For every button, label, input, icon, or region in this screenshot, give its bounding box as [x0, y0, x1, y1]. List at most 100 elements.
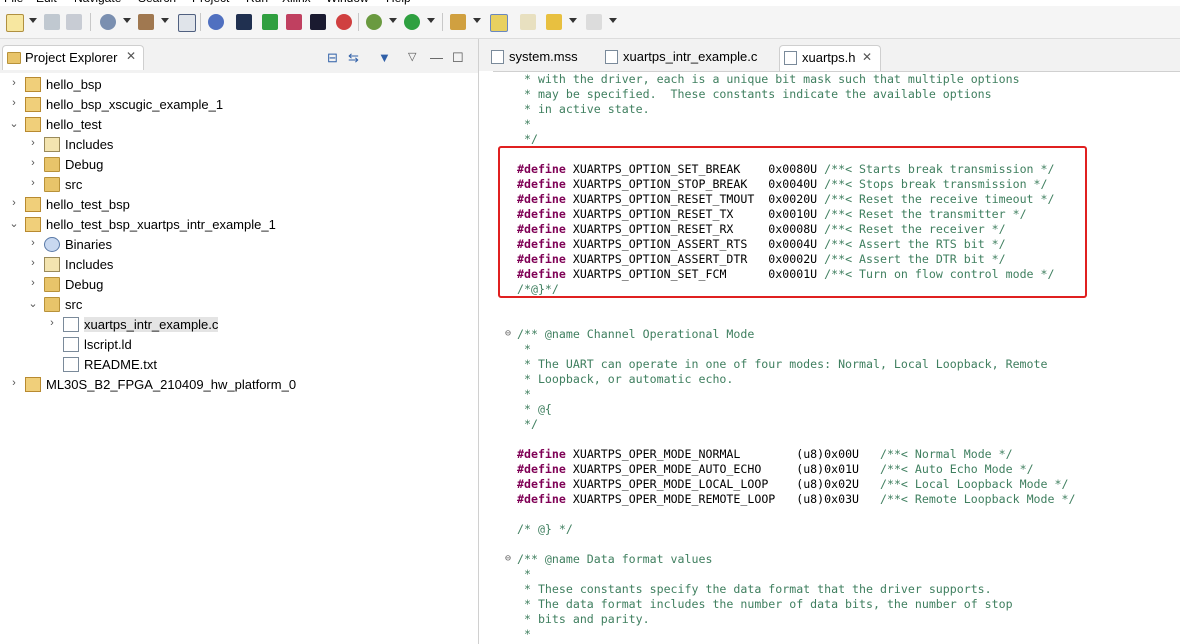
tab-system-mss[interactable]: system.mss	[487, 45, 593, 70]
tree-item[interactable]: › Debug	[0, 275, 478, 295]
code-line: *	[517, 387, 531, 402]
back-arrow-icon[interactable]	[546, 14, 562, 30]
chevron-right-icon[interactable]: ›	[46, 317, 58, 331]
tab-xuartps-h[interactable]: xuartps.h ✕	[779, 45, 881, 71]
chevron-right-icon[interactable]: ›	[8, 97, 20, 111]
collapse-all-icon[interactable]: ⊟	[327, 50, 338, 66]
tree-item[interactable]: › Includes	[0, 135, 478, 155]
debug-config-icon[interactable]	[262, 14, 278, 30]
chevron-down-icon[interactable]	[569, 18, 577, 23]
menu-project[interactable]: Project	[192, 0, 229, 5]
tree-item[interactable]: › src	[0, 175, 478, 195]
define-keyword: #define	[517, 477, 566, 491]
new-icon[interactable]	[6, 14, 24, 32]
toolbar-separator	[358, 13, 359, 31]
menu-edit[interactable]: Edit	[36, 0, 57, 5]
chevron-down-icon[interactable]: ⌄	[8, 217, 20, 231]
chevron-right-icon[interactable]: ›	[27, 237, 39, 251]
tree-item[interactable]: › hello_test_bsp	[0, 195, 478, 215]
chevron-right-icon[interactable]: ›	[27, 277, 39, 291]
close-icon[interactable]: ✕	[126, 49, 136, 63]
terminal-icon[interactable]	[310, 14, 326, 30]
tab-label: xuartps.h	[802, 50, 856, 65]
tree-item[interactable]: › hello_bsp_xscugic_example_1	[0, 95, 478, 115]
menu-file[interactable]: File	[4, 0, 23, 5]
tree-item[interactable]: › xuartps_intr_example.c	[0, 315, 478, 335]
menu-xilinx[interactable]: Xilinx	[282, 0, 311, 5]
tree-item-label: hello_test	[46, 117, 102, 132]
chevron-right-icon[interactable]: ›	[27, 257, 39, 271]
toolbar-separator	[442, 13, 443, 31]
chevron-down-icon[interactable]	[609, 18, 617, 23]
menu-help[interactable]: Help	[386, 0, 411, 5]
comment-text: */	[517, 132, 538, 146]
console-icon[interactable]	[236, 14, 252, 30]
tree-item[interactable]: ⌄ hello_test_bsp_xuartps_intr_example_1	[0, 215, 478, 235]
chevron-right-icon[interactable]: ›	[27, 177, 39, 191]
chevron-right-icon[interactable]: ›	[8, 197, 20, 211]
close-icon[interactable]: ✕	[862, 50, 872, 64]
folder-icon	[44, 177, 60, 192]
program-fpga-icon[interactable]	[100, 14, 116, 30]
chevron-down-icon[interactable]	[427, 18, 435, 23]
c-file-icon	[605, 50, 618, 64]
folder-icon	[44, 157, 60, 172]
tree-item-label: Debug	[65, 157, 104, 172]
comment-text: *	[517, 342, 531, 356]
external-tools-icon[interactable]	[450, 14, 466, 30]
chevron-right-icon[interactable]: ›	[8, 377, 20, 391]
chevron-down-icon[interactable]: ⌄	[27, 297, 39, 311]
link-with-editor-icon[interactable]: ⇆	[348, 50, 359, 66]
editor-tabs-bar: system.mss xuartps_intr_example.c xuartps.…	[479, 39, 1180, 72]
filter-icon[interactable]: ▼	[378, 50, 391, 65]
tree-item[interactable]: › Debug	[0, 155, 478, 175]
binary-icon[interactable]	[178, 14, 196, 32]
menu-search[interactable]: Search	[138, 0, 176, 5]
save-all-icon[interactable]	[66, 14, 82, 30]
chevron-right-icon[interactable]: ›	[8, 77, 20, 91]
menu-window[interactable]: Window	[326, 0, 369, 5]
tab-label: system.mss	[509, 49, 578, 64]
chevron-down-icon[interactable]	[473, 18, 481, 23]
last-edit-icon[interactable]	[520, 14, 536, 30]
fold-toggle-icon[interactable]: ⊖	[505, 328, 511, 339]
comment-text: * The UART can operate in one of four mo…	[517, 357, 1048, 371]
tree-item[interactable]: › Binaries	[0, 235, 478, 255]
macro-definition: XUARTPS_OPER_MODE_LOCAL_LOOP (u8)0x02U	[572, 477, 880, 491]
build-hammer-icon[interactable]	[138, 14, 154, 30]
skip-breakpoints-icon[interactable]	[208, 14, 224, 30]
fold-toggle-icon[interactable]: ⊖	[505, 553, 511, 564]
menu-navigate[interactable]: Navigate	[74, 0, 121, 5]
comment-text: *	[517, 387, 531, 401]
tab-xuartps-intr-example-c[interactable]: xuartps_intr_example.c	[601, 45, 771, 70]
chevron-down-icon[interactable]: ⌄	[8, 117, 20, 131]
project-explorer-icon	[7, 52, 21, 64]
chevron-right-icon[interactable]: ›	[27, 157, 39, 171]
highlight-pen-icon[interactable]	[490, 14, 508, 32]
view-menu-icon[interactable]: ▽	[408, 50, 416, 63]
chevron-down-icon[interactable]	[389, 18, 397, 23]
minimize-icon[interactable]: —	[430, 50, 443, 65]
tree-item[interactable]: › hello_bsp	[0, 75, 478, 95]
tree-item[interactable]: › Includes	[0, 255, 478, 275]
chevron-down-icon[interactable]	[123, 18, 131, 23]
forward-arrow-icon[interactable]	[586, 14, 602, 30]
tree-item[interactable]: lscript.ld	[0, 335, 478, 355]
chevron-down-icon[interactable]	[161, 18, 169, 23]
menu-run[interactable]: Run	[246, 0, 268, 5]
debug-bug-icon[interactable]	[366, 14, 382, 30]
run-config-icon[interactable]	[286, 14, 302, 30]
tree-item[interactable]: ⌄ hello_test	[0, 115, 478, 135]
chevron-down-icon[interactable]	[29, 18, 37, 23]
folder-icon	[44, 277, 60, 292]
target-icon[interactable]	[336, 14, 352, 30]
tree-item[interactable]: ⌄ src	[0, 295, 478, 315]
tab-project-explorer[interactable]: Project Explorer ✕	[2, 45, 144, 70]
tree-item[interactable]: README.txt	[0, 355, 478, 375]
chevron-right-icon[interactable]: ›	[27, 137, 39, 151]
save-icon[interactable]	[44, 14, 60, 30]
run-icon[interactable]	[404, 14, 420, 30]
macro-definition: XUARTPS_OPER_MODE_REMOTE_LOOP (u8)0x03U	[572, 492, 880, 506]
maximize-icon[interactable]: ☐	[452, 50, 464, 66]
tree-item[interactable]: › ML30S_B2_FPGA_210409_hw_platform_0	[0, 375, 478, 395]
